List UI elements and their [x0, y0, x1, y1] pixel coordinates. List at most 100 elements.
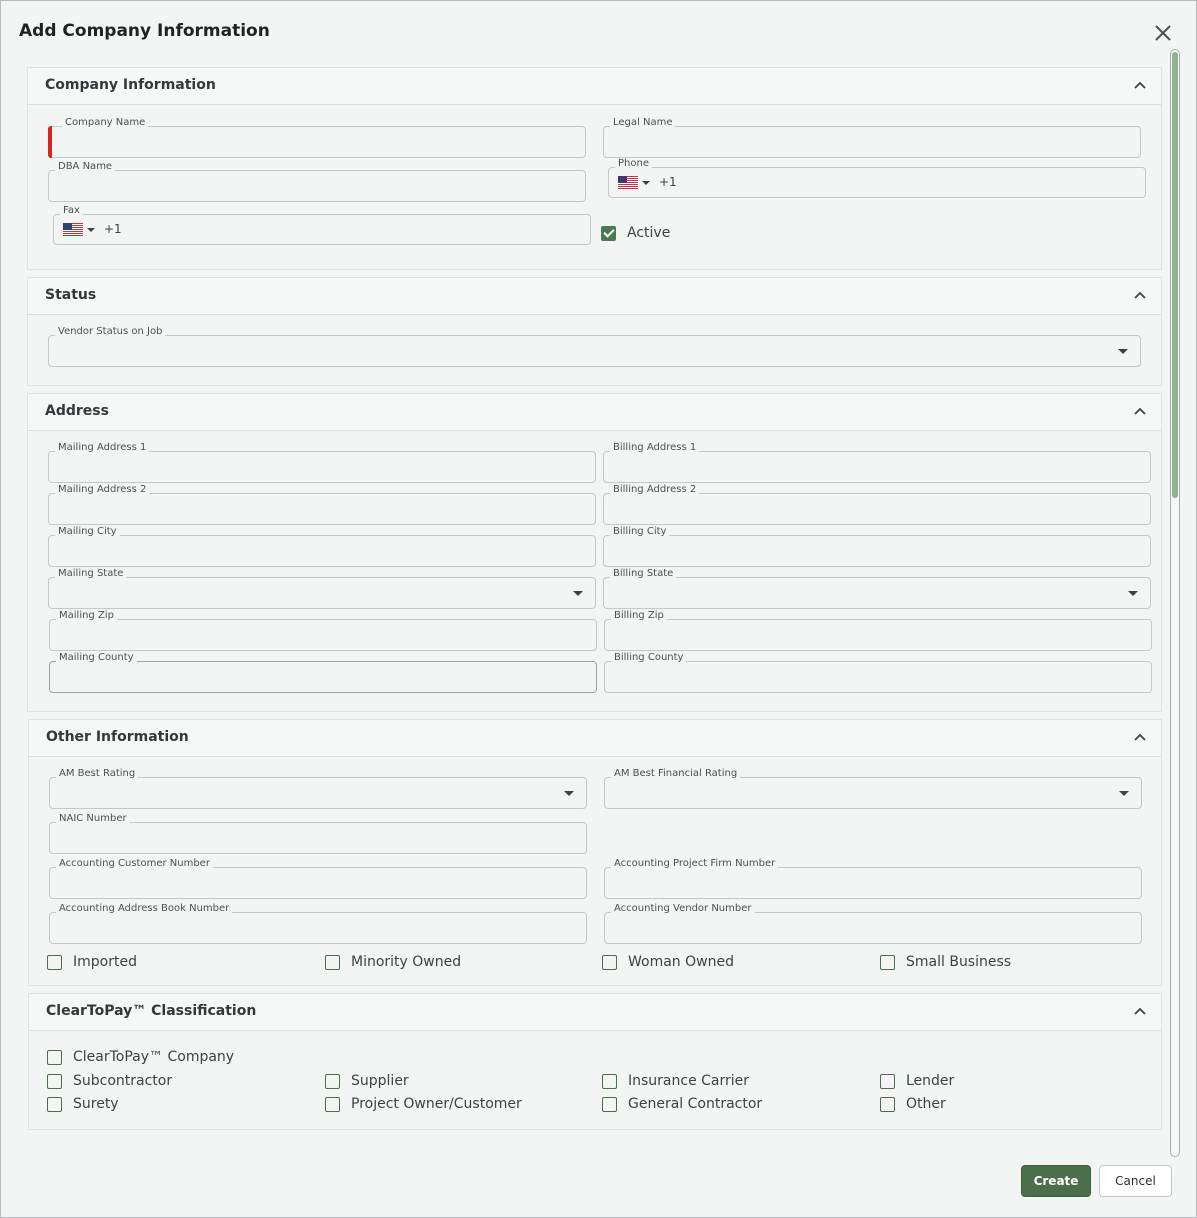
mailing-state-select[interactable]: Mailing State	[48, 568, 596, 609]
checkbox[interactable]	[880, 1073, 895, 1089]
woman-owned-checkbox[interactable]: Woman Owned	[602, 952, 734, 972]
lender-checkbox[interactable]: Lender	[880, 1071, 954, 1091]
field-label: AM Best Financial Rating	[611, 768, 741, 779]
field-label: Mailing City	[55, 526, 120, 537]
checkbox[interactable]	[47, 1096, 62, 1112]
section-title: Address	[45, 403, 109, 419]
general-contractor-checkbox[interactable]: General Contractor	[602, 1094, 762, 1114]
field-label: Billing Address 2	[610, 484, 700, 495]
field-label: Mailing Address 2	[55, 484, 150, 495]
checkbox[interactable]	[47, 1073, 62, 1089]
chevron-up-icon[interactable]	[1133, 1005, 1147, 1019]
field-label: Accounting Vendor Number	[611, 903, 755, 914]
section-header[interactable]: Other Information	[29, 720, 1161, 757]
supplier-checkbox[interactable]: Supplier	[325, 1071, 409, 1091]
checkbox-checked[interactable]	[601, 225, 616, 241]
field-label: Fax	[60, 205, 83, 216]
mailing-city-field[interactable]: Mailing City	[48, 526, 596, 567]
section-title: Company Information	[45, 77, 216, 93]
section-header[interactable]: Address	[28, 394, 1161, 431]
billing-address2-field[interactable]: Billing Address 2	[603, 484, 1151, 525]
dba-name-field[interactable]: DBA Name	[48, 161, 586, 202]
checkbox-label: Minority Owned	[351, 954, 462, 970]
checkbox[interactable]	[880, 1096, 895, 1112]
field-label: Accounting Project Firm Number	[611, 858, 779, 869]
mailing-county-field[interactable]: Mailing County	[49, 652, 597, 693]
minority-owned-checkbox[interactable]: Minority Owned	[325, 952, 461, 972]
chevron-down-icon	[87, 228, 95, 232]
subcontractor-checkbox[interactable]: Subcontractor	[47, 1071, 172, 1091]
checkbox[interactable]	[47, 954, 62, 970]
checkbox[interactable]	[602, 1096, 617, 1112]
mailing-address1-field[interactable]: Mailing Address 1	[48, 442, 596, 483]
am-best-rating-select[interactable]: AM Best Rating	[49, 768, 587, 809]
phone-field[interactable]: Phone +1	[608, 158, 1146, 198]
checkbox[interactable]	[325, 1073, 340, 1089]
cleartopay-company-checkbox[interactable]: ClearToPay™ Company	[47, 1047, 234, 1067]
billing-address1-field[interactable]: Billing Address 1	[603, 442, 1151, 483]
checkbox[interactable]	[47, 1049, 62, 1065]
chevron-up-icon[interactable]	[1133, 731, 1147, 745]
scroll-thumb[interactable]	[1172, 52, 1178, 498]
field-label: Legal Name	[610, 117, 676, 128]
legal-name-field[interactable]: Legal Name	[603, 117, 1141, 158]
active-checkbox[interactable]: Active	[601, 223, 670, 243]
section-other-information: Other Information AM Best Rating AM Best…	[28, 719, 1162, 986]
checkbox-label: Supplier	[351, 1073, 409, 1089]
dropdown-arrow-icon	[1128, 591, 1138, 596]
fax-field[interactable]: Fax +1	[53, 205, 591, 245]
acct-project-firm-number-field[interactable]: Accounting Project Firm Number	[604, 858, 1142, 899]
acct-address-book-number-field[interactable]: Accounting Address Book Number	[49, 903, 587, 944]
cancel-button[interactable]: Cancel	[1099, 1165, 1172, 1197]
billing-zip-field[interactable]: Billing Zip	[604, 610, 1152, 651]
country-selector[interactable]	[63, 222, 97, 238]
checkbox[interactable]	[325, 954, 340, 970]
dial-code: +1	[659, 175, 677, 189]
country-selector[interactable]	[618, 175, 652, 191]
field-label: DBA Name	[55, 161, 116, 172]
acct-vendor-number-field[interactable]: Accounting Vendor Number	[604, 903, 1142, 944]
scrollbar[interactable]	[1170, 49, 1180, 1157]
am-best-financial-select[interactable]: AM Best Financial Rating	[604, 768, 1142, 809]
chevron-up-icon[interactable]	[1133, 289, 1147, 303]
checkbox-label: Project Owner/Customer	[351, 1096, 522, 1112]
field-label: Mailing County	[56, 652, 137, 663]
field-label: NAIC Number	[56, 813, 130, 824]
field-label: Billing City	[610, 526, 670, 537]
naic-number-field[interactable]: NAIC Number	[49, 813, 587, 854]
checkbox-label: Small Business	[906, 954, 1012, 970]
billing-county-field[interactable]: Billing County	[604, 652, 1152, 693]
project-owner-checkbox[interactable]: Project Owner/Customer	[325, 1094, 522, 1114]
checkbox[interactable]	[325, 1096, 340, 1112]
acct-customer-number-field[interactable]: Accounting Customer Number	[49, 858, 587, 899]
billing-state-select[interactable]: Billing State	[603, 568, 1151, 609]
field-label: Billing Zip	[611, 610, 667, 621]
small-business-checkbox[interactable]: Small Business	[880, 952, 1011, 972]
field-label: Accounting Address Book Number	[56, 903, 233, 914]
checkbox-label: Surety	[73, 1096, 119, 1112]
company-name-field[interactable]: Company Name	[48, 117, 586, 158]
chevron-down-icon	[642, 181, 650, 185]
imported-checkbox[interactable]: Imported	[47, 952, 137, 972]
section-header[interactable]: Status	[28, 278, 1161, 315]
create-button[interactable]: Create	[1021, 1165, 1091, 1197]
chevron-up-icon[interactable]	[1133, 405, 1147, 419]
section-header[interactable]: Company Information	[28, 68, 1161, 105]
checkbox[interactable]	[602, 954, 617, 970]
section-header[interactable]: ClearToPay™ Classification	[29, 994, 1161, 1031]
surety-checkbox[interactable]: Surety	[47, 1094, 119, 1114]
insurance-carrier-checkbox[interactable]: Insurance Carrier	[602, 1071, 749, 1091]
checkbox-label: Woman Owned	[628, 954, 734, 970]
close-icon[interactable]	[1151, 21, 1175, 45]
mailing-zip-field[interactable]: Mailing Zip	[49, 610, 597, 651]
other-checkbox[interactable]: Other	[880, 1094, 946, 1114]
checkbox[interactable]	[880, 954, 895, 970]
chevron-up-icon[interactable]	[1133, 79, 1147, 93]
checkbox[interactable]	[602, 1073, 617, 1089]
billing-city-field[interactable]: Billing City	[603, 526, 1151, 567]
mailing-address2-field[interactable]: Mailing Address 2	[48, 484, 596, 525]
checkbox-label: Insurance Carrier	[628, 1073, 750, 1089]
section-status: Status Vendor Status on Job	[27, 277, 1162, 386]
vendor-status-select[interactable]: Vendor Status on Job	[48, 326, 1141, 367]
required-indicator	[48, 126, 52, 158]
